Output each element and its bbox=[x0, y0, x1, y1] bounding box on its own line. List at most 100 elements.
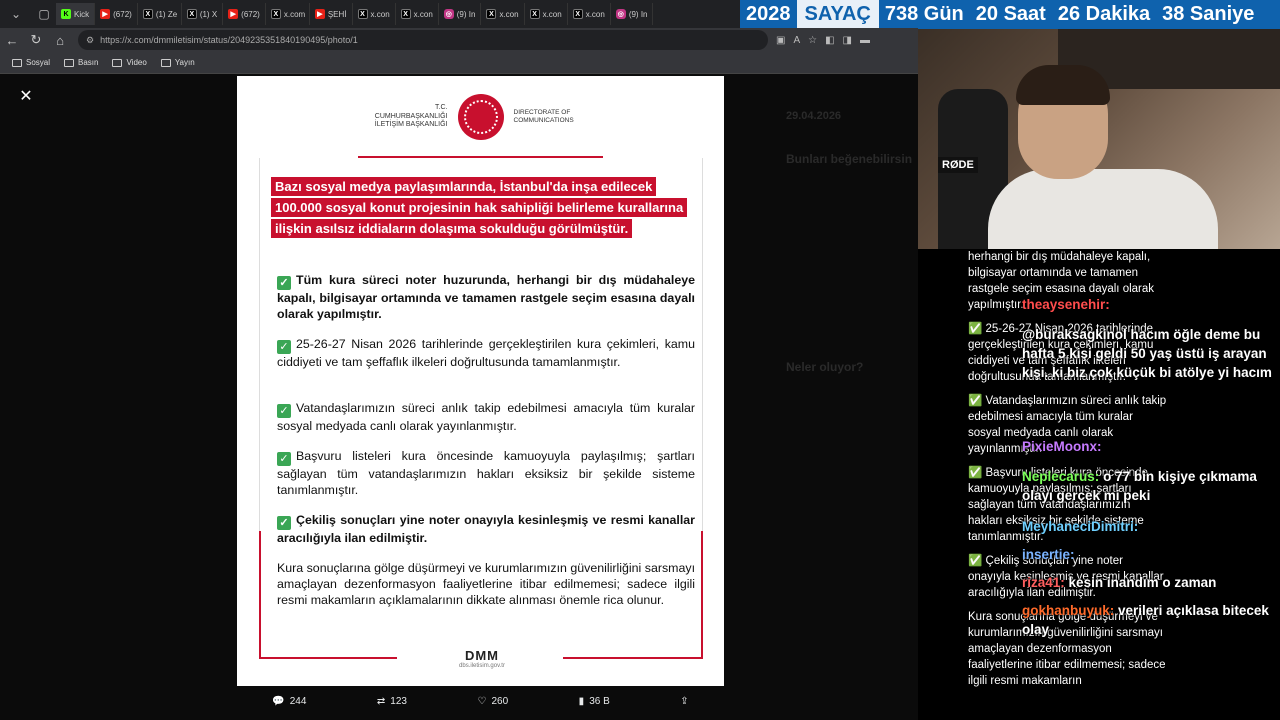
instagram-icon: ◎ bbox=[443, 9, 454, 19]
check-icon: ✓ bbox=[277, 340, 291, 354]
closing-text: Kura sonuçlarına gölge düşürmeyi ve kuru… bbox=[277, 561, 696, 607]
views-button[interactable]: ▮ 36 B bbox=[579, 696, 610, 707]
extension-icon[interactable]: ◧ bbox=[825, 35, 834, 46]
browser-tab[interactable]: Xx.con bbox=[396, 3, 439, 25]
x-icon: X bbox=[142, 9, 153, 19]
bookmark-folder-yayin[interactable]: Yayın bbox=[160, 58, 195, 67]
bookmark-folder-sosyal[interactable]: Sosyal bbox=[12, 58, 50, 67]
counter-label: SAYAÇ bbox=[796, 0, 879, 29]
tab-label: (9) In bbox=[456, 9, 476, 19]
x-icon: X bbox=[186, 9, 197, 19]
tab-label: Kick bbox=[74, 9, 90, 19]
tab-label: x.con bbox=[542, 9, 562, 19]
tab-search-icon[interactable]: ⌄ bbox=[4, 2, 28, 26]
tab-label: x.con bbox=[585, 9, 605, 19]
counter-days: 738 Gün bbox=[884, 3, 964, 25]
reply-button[interactable]: 💬 244 bbox=[272, 696, 306, 707]
chat-message: riza41: kesin inandım o zaman bbox=[1022, 573, 1272, 592]
like-button[interactable]: ♡ 260 bbox=[478, 696, 509, 707]
x-icon: X bbox=[400, 9, 411, 19]
headline-text: Bazı sosyal medya paylaşımlarında, İstan… bbox=[271, 177, 688, 238]
counter-seconds: 38 Saniye bbox=[1162, 3, 1255, 25]
check-icon: ✓ bbox=[277, 404, 291, 418]
reload-icon[interactable]: ↻ bbox=[24, 30, 48, 50]
share-icon: ⇪ bbox=[680, 695, 689, 707]
x-icon: X bbox=[572, 9, 583, 19]
check-icon: ✓ bbox=[277, 516, 291, 530]
browser-tab[interactable]: Xx.con bbox=[481, 3, 525, 25]
tab-label: x.con bbox=[413, 9, 433, 19]
home-icon[interactable]: ⌂ bbox=[48, 30, 72, 50]
browser-tab[interactable]: Xx.con bbox=[353, 3, 396, 25]
dmm-logo: DMM dbs.iletisim.gov.tr bbox=[459, 648, 505, 669]
tab-label: (9) In bbox=[628, 9, 648, 19]
extension-icon[interactable]: ▬ bbox=[860, 35, 870, 46]
chat-username[interactable]: gokhanbuyuk: bbox=[1022, 603, 1114, 618]
bookmark-star-icon[interactable]: ☆ bbox=[808, 35, 817, 46]
browser-tab[interactable]: ▶ (672) bbox=[223, 3, 266, 25]
tab-label: (1) X bbox=[199, 9, 218, 19]
browser-tab[interactable]: X (1) Ze bbox=[138, 3, 182, 25]
url-text: https://x.com/dmmiletisim/status/2049235… bbox=[100, 35, 358, 45]
browser-tab[interactable]: X (1) X bbox=[182, 3, 224, 25]
tab-label: x.com bbox=[283, 9, 306, 19]
instagram-icon: ◎ bbox=[615, 9, 626, 19]
browser-tab[interactable]: Xx.con bbox=[525, 3, 568, 25]
address-bar-row: ← ↻ ⌂ ⚙ https://x.com/dmmiletisim/status… bbox=[0, 28, 918, 52]
chat-message: MeyhaneciDimitri: bbox=[1022, 517, 1272, 536]
x-icon: X bbox=[486, 9, 497, 19]
tab-list: K Kick ▶ (672) X (1) Ze X (1) X ▶ (672) Xx.com ▶ ŞEH… bbox=[56, 3, 654, 25]
counter-hours: 20 Saat bbox=[975, 3, 1046, 25]
streamer-hair bbox=[1016, 65, 1110, 105]
translate-icon[interactable]: A bbox=[793, 35, 800, 46]
tab-label: ŞEHİ bbox=[327, 9, 347, 19]
chat-username[interactable]: insertie: bbox=[1022, 547, 1075, 562]
browser-tab-strip: ⌄ ▢ K Kick ▶ (672) X (1) Ze X (1) X ▶ (672) Xx.com… bbox=[0, 0, 740, 28]
list-item: ✓ Başvuru listeleri kura öncesinde kamuoy… bbox=[277, 449, 695, 497]
extension-icon[interactable]: ◨ bbox=[843, 35, 852, 46]
chat-message: PixieMoonx: bbox=[1022, 437, 1272, 456]
logo-left-text: T.C. CUMHURBAŞKANLIĞI İLETİŞİM BAŞKANLIĞ… bbox=[374, 104, 448, 129]
share-button[interactable]: ⇪ bbox=[680, 696, 688, 707]
views-icon: ▮ bbox=[578, 695, 585, 707]
chat-text: @buraksagkinol hacım öğle deme bu hafta … bbox=[1022, 327, 1272, 380]
youtube-icon: ▶ bbox=[228, 9, 239, 19]
browser-tab[interactable]: Xx.con bbox=[568, 3, 611, 25]
tab-label: (672) bbox=[113, 9, 132, 19]
x-icon: X bbox=[270, 9, 281, 19]
repost-button[interactable]: ⇄ 123 bbox=[377, 696, 407, 707]
browser-tab[interactable]: ▶ (672) bbox=[95, 3, 138, 25]
x-icon: X bbox=[529, 9, 540, 19]
reply-icon: 💬 bbox=[272, 695, 285, 707]
browser-tab[interactable]: Xx.com bbox=[266, 3, 310, 25]
url-field[interactable]: ⚙ https://x.com/dmmiletisim/status/20492… bbox=[78, 30, 768, 50]
chat-message: theaysenehir: bbox=[1022, 295, 1272, 314]
close-icon[interactable]: ✕ bbox=[16, 86, 36, 106]
site-info-icon[interactable]: ⚙ bbox=[86, 35, 94, 46]
chat-username[interactable]: Neplecarus: bbox=[1022, 469, 1099, 484]
chat-username[interactable]: theaysenehir: bbox=[1022, 297, 1110, 312]
browser-tab[interactable]: ▶ ŞEHİ bbox=[310, 3, 353, 25]
ghost-suggest: Bunları beğenebilirsin bbox=[786, 152, 913, 166]
back-icon[interactable]: ← bbox=[0, 30, 24, 50]
chat-username[interactable]: MeyhaneciDimitri: bbox=[1022, 519, 1138, 534]
repost-icon: ⇄ bbox=[376, 695, 386, 707]
workspaces-icon[interactable]: ▢ bbox=[32, 2, 56, 26]
ghost-trends: Neler oluyor? bbox=[786, 360, 864, 374]
bookmark-folder-video[interactable]: Video bbox=[112, 58, 147, 67]
bookmark-folder-basin[interactable]: Basın bbox=[64, 58, 98, 67]
browser-tab[interactable]: ◎ (9) In bbox=[611, 3, 654, 25]
chat-username[interactable]: PixieMoonx: bbox=[1022, 439, 1102, 454]
screen-icon[interactable]: ▣ bbox=[776, 35, 785, 46]
tab-label: (1) Ze bbox=[155, 9, 178, 19]
chat-username[interactable]: riza41: bbox=[1022, 575, 1065, 590]
chat-message: Neplecarus: o 77 bin kişiye çıkmama olay… bbox=[1022, 467, 1272, 505]
chat-message: gokhanbuyuk: verileri açıklasa bitecek o… bbox=[1022, 601, 1272, 639]
webcam-overlay: RØDE bbox=[918, 29, 1280, 249]
chat-text: kesin inandım o zaman bbox=[1068, 575, 1217, 590]
browser-tab[interactable]: K Kick bbox=[56, 3, 96, 25]
x-icon: X bbox=[357, 9, 368, 19]
browser-tab[interactable]: ◎ (9) In bbox=[439, 3, 482, 25]
bookmarks-bar: Sosyal Basın Video Yayın bbox=[0, 52, 918, 74]
chat-message: @buraksagkinol hacım öğle deme bu hafta … bbox=[1022, 325, 1272, 382]
